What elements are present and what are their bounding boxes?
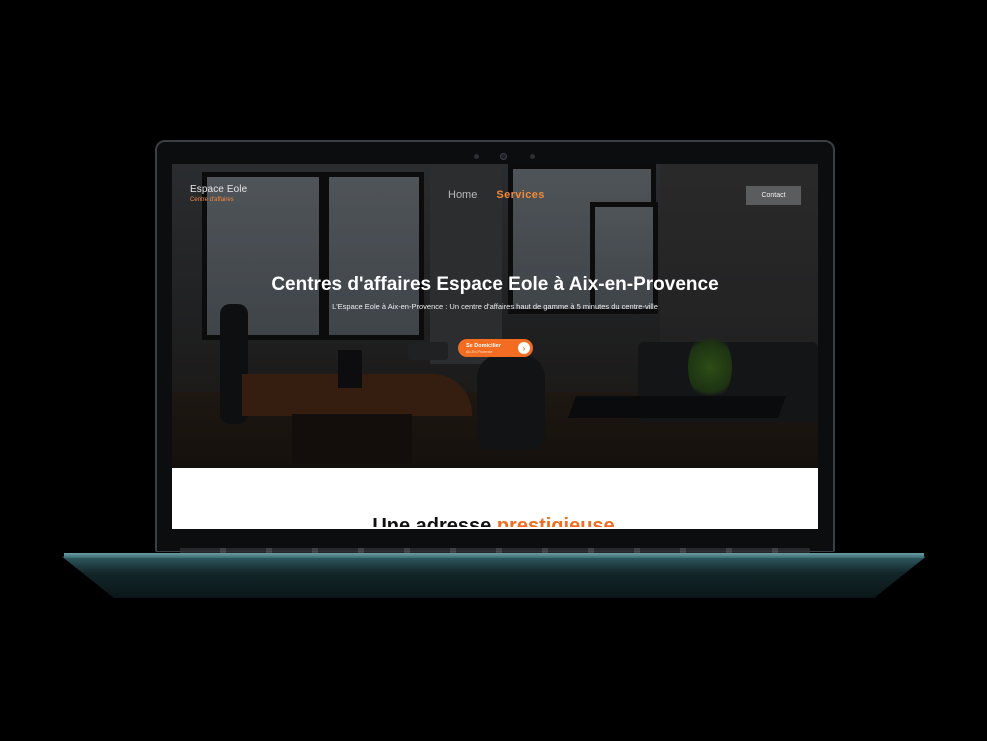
webcam-icon: [500, 153, 507, 160]
cta-text: Se Domicilier Aix-En-Provence: [466, 343, 501, 354]
hero-title: Centres d'affaires Espace Eole à Aix-en-…: [271, 274, 719, 295]
site-logo[interactable]: Espace Eole Centre d'affaires: [190, 184, 247, 203]
se-domicilier-button[interactable]: Se Domicilier Aix-En-Provence ›: [458, 339, 533, 357]
laptop-mockup: Espace Eole Centre d'affaires Home Servi…: [0, 0, 987, 741]
hero-subtitle: L'Espace Eole à Aix-en-Provence : Un cen…: [332, 302, 658, 311]
sensor-dot: [474, 154, 479, 159]
sensor-dot: [530, 154, 535, 159]
cta-sublabel: Aix-En-Provence: [466, 349, 493, 354]
logo-name: Espace Eole: [190, 184, 248, 195]
cta-label: Se Domicilier: [466, 342, 501, 349]
contact-button[interactable]: Contact: [746, 186, 801, 205]
website-screen: Espace Eole Centre d'affaires Home Servi…: [172, 164, 818, 529]
laptop-base: [62, 556, 926, 598]
hero-section: Espace Eole Centre d'affaires Home Servi…: [172, 164, 818, 468]
logo-tagline: Centre d'affaires: [190, 197, 234, 203]
hero-overlay: [172, 164, 818, 468]
nav-home-link[interactable]: Home: [448, 189, 477, 201]
arrow-right-icon: ›: [518, 342, 530, 354]
main-nav: Home Services: [448, 189, 545, 201]
laptop-base-edge: [64, 553, 924, 558]
nav-services-link[interactable]: Services: [496, 189, 544, 201]
